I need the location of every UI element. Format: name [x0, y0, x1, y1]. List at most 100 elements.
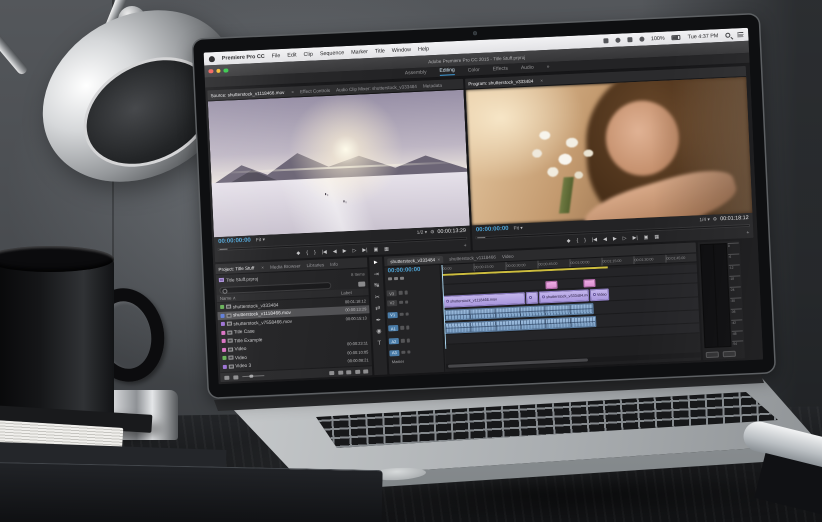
tab-source[interactable]: Source: shutterstock_v1118466.mov [210, 89, 284, 97]
settings-wrench-icon[interactable]: ⚙ [430, 230, 435, 235]
source-resolution-dropdown[interactable]: 1/2 ▾ [417, 230, 428, 235]
workspace-overflow-icon[interactable]: » [547, 64, 550, 70]
apple-icon[interactable] [209, 56, 215, 62]
go-to-in-button[interactable]: |◀ [592, 236, 597, 242]
label-chip[interactable] [220, 314, 224, 318]
extract-button[interactable]: ▦ [654, 234, 659, 240]
overwrite-button[interactable]: ▦ [384, 246, 389, 252]
thumbnail-zoom-slider[interactable] [242, 375, 264, 377]
automate-to-sequence-icon[interactable] [329, 370, 334, 374]
step-back-button[interactable]: ◀ [333, 248, 337, 254]
sequence-tab[interactable]: shutterstock_v1118466 [449, 254, 496, 261]
program-current-timecode[interactable]: 00:00:00:00 [476, 226, 509, 233]
sequence-tab[interactable]: Video [502, 253, 514, 259]
add-marker-button[interactable]: ◆ [296, 250, 300, 256]
menu-file[interactable]: File [272, 53, 281, 59]
menu-edit[interactable]: Edit [287, 52, 297, 58]
title-clip[interactable] [545, 280, 557, 289]
label-chip[interactable] [221, 322, 225, 326]
menu-help[interactable]: Help [418, 46, 429, 52]
timeline-track-area[interactable]: 00:00 00:00:15:00 00:00:30:00 00:00:45:0… [441, 253, 701, 371]
step-forward-button[interactable]: ▷ [352, 247, 356, 253]
display-icon[interactable] [603, 38, 608, 43]
selection-tool[interactable]: ► [373, 260, 379, 266]
workspace-assembly[interactable]: Assembly [405, 69, 427, 76]
workspace-audio[interactable]: Audio [521, 65, 534, 72]
timeline-settings-icon[interactable] [400, 276, 404, 280]
play-button[interactable]: ▶ [343, 248, 347, 254]
timeline-horizontal-scrollbar[interactable] [446, 352, 701, 369]
new-item-icon[interactable] [355, 369, 360, 373]
tab-info[interactable]: Info [330, 261, 338, 266]
pen-tool[interactable]: ✒ [376, 317, 381, 323]
label-chip[interactable] [221, 331, 225, 335]
go-to-out-button[interactable]: ▶| [632, 235, 637, 241]
play-button[interactable]: ▶ [613, 235, 617, 241]
close-icon[interactable]: × [540, 78, 543, 83]
add-marker-button[interactable]: ◆ [567, 238, 571, 244]
tab-libraries[interactable]: Libraries [306, 262, 324, 268]
track-header-v1[interactable]: V1 [387, 306, 440, 321]
project-file-name[interactable]: Title Stuff.prproj [226, 276, 258, 282]
program-resolution-dropdown[interactable]: 1/4 ▾ [699, 217, 710, 222]
snap-icon[interactable] [388, 277, 392, 281]
video-clip[interactable] [526, 291, 539, 304]
track-select-tool[interactable]: ⇥ [374, 271, 379, 277]
title-clip[interactable] [583, 278, 595, 287]
marker-icon[interactable] [394, 276, 398, 280]
source-video-preview[interactable] [208, 90, 470, 237]
mark-in-button[interactable]: { [576, 237, 578, 243]
tab-media-browser[interactable]: Media Browser [270, 263, 301, 269]
program-fit-dropdown[interactable]: Fit ▾ [513, 226, 522, 231]
type-tool[interactable]: T [377, 340, 381, 346]
tab-program[interactable]: Program: shutterstock_v333484 [468, 78, 533, 86]
program-playhead-thumb[interactable] [477, 236, 485, 238]
column-label[interactable]: Label [341, 290, 352, 295]
workspace-editing[interactable]: Editing [439, 67, 455, 75]
master-track-label[interactable]: Master [392, 359, 404, 365]
label-chip[interactable] [220, 305, 224, 309]
volume-icon[interactable] [639, 37, 644, 42]
insert-button[interactable]: ▣ [373, 246, 378, 252]
settings-wrench-icon[interactable]: ⚙ [713, 217, 718, 222]
tab-metadata[interactable]: Metadata [423, 82, 442, 88]
lift-button[interactable]: ▣ [644, 234, 649, 240]
clear-icon[interactable] [363, 369, 368, 373]
menu-title[interactable]: Title [375, 48, 385, 54]
list-view-icon[interactable] [224, 375, 229, 379]
slip-tool[interactable]: ⇄ [375, 306, 380, 312]
sequence-tab-active[interactable]: shutterstock_v333484 × [387, 255, 443, 265]
step-forward-button[interactable]: ▷ [623, 235, 627, 241]
close-icon[interactable]: × [291, 89, 294, 94]
menu-clip[interactable]: Clip [303, 51, 313, 57]
timeline-playhead-timecode[interactable]: 00:00:00:00 [388, 267, 421, 274]
find-icon[interactable] [338, 370, 343, 374]
label-chip[interactable] [222, 348, 226, 352]
menu-marker[interactable]: Marker [351, 49, 368, 56]
go-to-out-button[interactable]: ▶| [362, 247, 367, 253]
source-playhead-thumb[interactable] [219, 248, 227, 250]
sort-up-icon[interactable]: ∧ [233, 295, 236, 301]
solo-left-button[interactable] [706, 351, 719, 358]
bin-folder-icon[interactable] [358, 281, 365, 286]
bluetooth-icon[interactable] [615, 38, 620, 43]
button-editor-plus[interactable]: + [464, 242, 467, 248]
ripple-edit-tool[interactable]: ↹ [374, 283, 379, 289]
column-name[interactable]: Name [220, 296, 232, 302]
source-current-timecode[interactable]: 00:00:00:00 [218, 238, 251, 245]
wifi-icon[interactable] [627, 37, 632, 42]
program-video-preview[interactable] [466, 77, 753, 226]
label-chip[interactable] [222, 356, 226, 360]
button-editor-plus[interactable]: + [746, 229, 749, 235]
mark-out-button[interactable]: } [314, 249, 316, 255]
label-chip[interactable] [222, 339, 226, 343]
new-bin-icon[interactable] [346, 370, 351, 374]
step-back-button[interactable]: ◀ [603, 236, 607, 242]
source-fit-dropdown[interactable]: Fit ▾ [256, 237, 265, 242]
app-menu[interactable]: Premiere Pro CC [222, 53, 265, 61]
close-icon[interactable]: × [261, 265, 264, 270]
video-clip[interactable]: shutterstock_v333484.mov [539, 289, 589, 303]
menu-window[interactable]: Window [392, 47, 411, 54]
menu-sequence[interactable]: Sequence [320, 50, 345, 57]
notification-center-icon[interactable] [737, 32, 743, 37]
